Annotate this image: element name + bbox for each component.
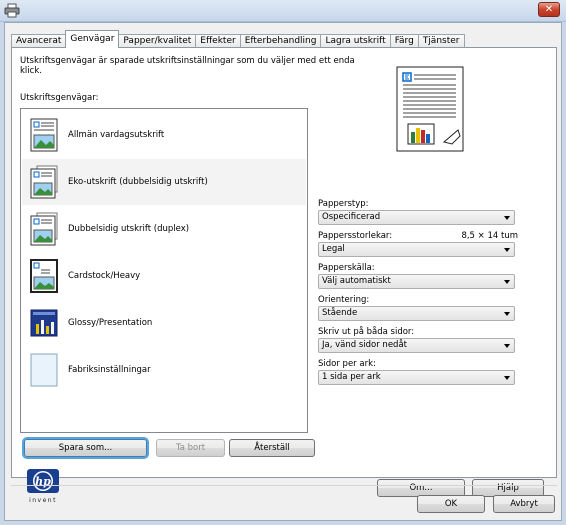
duplex-value: Ja, vänd sidor nedåt: [322, 340, 407, 350]
paper-size-label: Pappersstorlekar:: [318, 231, 393, 241]
shortcut-label: Glossy/Presentation: [68, 318, 153, 328]
tab-papper-kvalitet[interactable]: Papper/kvalitet: [118, 34, 197, 48]
paper-type-value: Ospecificerad: [322, 212, 381, 222]
paper-source-label: Papperskälla:: [318, 263, 375, 273]
pages-per-sheet-label: Sidor per ark:: [318, 359, 376, 369]
list-item[interactable]: Cardstock/Heavy: [22, 253, 306, 299]
tab-strip: Avancerat Genvägar Papper/kvalitet Effek…: [11, 30, 465, 48]
tab-avancerat[interactable]: Avancerat: [11, 34, 67, 48]
cardstock-icon: [30, 259, 58, 293]
blank-page-icon: [30, 353, 58, 387]
pages-per-sheet-select[interactable]: 1 sida per ark: [318, 370, 515, 385]
reset-button[interactable]: Återställ: [229, 439, 315, 457]
delete-button[interactable]: Ta bort: [156, 439, 225, 457]
presentation-icon: [30, 309, 58, 337]
shortcut-label: Dubbelsidig utskrift (duplex): [68, 224, 190, 234]
hp-logo: hp invent: [27, 469, 59, 504]
paper-size-value: Legal: [322, 244, 345, 254]
svg-text:hp: hp: [35, 475, 51, 488]
chevron-down-icon: [504, 312, 510, 316]
shortcut-label: Eko-utskrift (dubbelsidig utskrift): [68, 177, 208, 187]
chevron-down-icon: [504, 344, 510, 348]
orientation-label: Orientering:: [318, 295, 370, 305]
save-as-button[interactable]: Spara som...: [24, 439, 147, 457]
list-item[interactable]: Fabriksinställningar: [22, 347, 306, 393]
panel-description: Utskriftsgenvägar är sparade utskriftsin…: [20, 56, 355, 76]
printer-icon: [4, 3, 20, 18]
chevron-down-icon: [504, 376, 510, 380]
chevron-down-icon: [504, 248, 510, 252]
paper-source-select[interactable]: Välj automatiskt: [318, 274, 515, 289]
tab-lagra-utskrift[interactable]: Lagra utskrift: [320, 34, 391, 48]
list-item[interactable]: Dubbelsidig utskrift (duplex): [22, 206, 306, 252]
tab-genvagar[interactable]: Genvägar: [65, 30, 120, 48]
list-item[interactable]: Glossy/Presentation: [22, 300, 306, 346]
shortcut-label: Allmän vardagsutskrift: [68, 130, 165, 140]
title-bar: ✕: [0, 0, 566, 22]
ok-button[interactable]: OK: [417, 495, 485, 513]
orientation-value: Stående: [322, 308, 358, 318]
paper-type-select[interactable]: Ospecificerad: [318, 210, 515, 225]
chevron-down-icon: [504, 280, 510, 284]
paper-type-label: Papperstyp:: [318, 199, 369, 209]
shortcuts-panel: Utskriftsgenvägar är sparade utskriftsin…: [11, 47, 557, 504]
shortcut-label: Fabriksinställningar: [68, 365, 151, 375]
orientation-select[interactable]: Stående: [318, 306, 515, 321]
tab-effekter[interactable]: Effekter: [195, 34, 241, 48]
cancel-button[interactable]: Avbryt: [493, 495, 555, 513]
footer-divider: [11, 485, 557, 486]
tab-farg[interactable]: Färg: [389, 34, 419, 48]
close-button[interactable]: ✕: [538, 2, 560, 17]
duplex-document-icon: [30, 212, 58, 246]
paper-size-select[interactable]: Legal: [318, 242, 515, 257]
document-icon: [30, 118, 58, 152]
list-item[interactable]: Allmän vardagsutskrift: [22, 112, 306, 158]
pages-per-sheet-value: 1 sida per ark: [322, 372, 381, 382]
settings-fields: Papperstyp: Ospecificerad Pappersstorlek…: [318, 198, 518, 390]
shortcut-label: Cardstock/Heavy: [68, 271, 141, 281]
dialog-body: Avancerat Genvägar Papper/kvalitet Effek…: [4, 22, 562, 521]
duplex-select[interactable]: Ja, vänd sidor nedåt: [318, 338, 515, 353]
list-item[interactable]: Eko-utskrift (dubbelsidig utskrift): [22, 159, 306, 205]
shortcuts-list[interactable]: Allmän vardagsutskrift Eko-utskrift (dub…: [20, 108, 308, 433]
duplex-document-icon: [30, 165, 58, 199]
shortcuts-list-label: Utskriftsgenvägar:: [20, 93, 99, 103]
tab-tjanster[interactable]: Tjänster: [417, 34, 465, 48]
duplex-label: Skriv ut på båda sidor:: [318, 327, 415, 337]
paper-size-dims: 8,5 × 14 tum: [461, 231, 518, 241]
chevron-down-icon: [504, 216, 510, 220]
hp-logo-tagline: invent: [29, 497, 57, 504]
document-preview-icon: [396, 66, 464, 152]
paper-source-value: Välj automatiskt: [322, 276, 391, 286]
tab-efterbehandling[interactable]: Efterbehandling: [239, 34, 322, 48]
